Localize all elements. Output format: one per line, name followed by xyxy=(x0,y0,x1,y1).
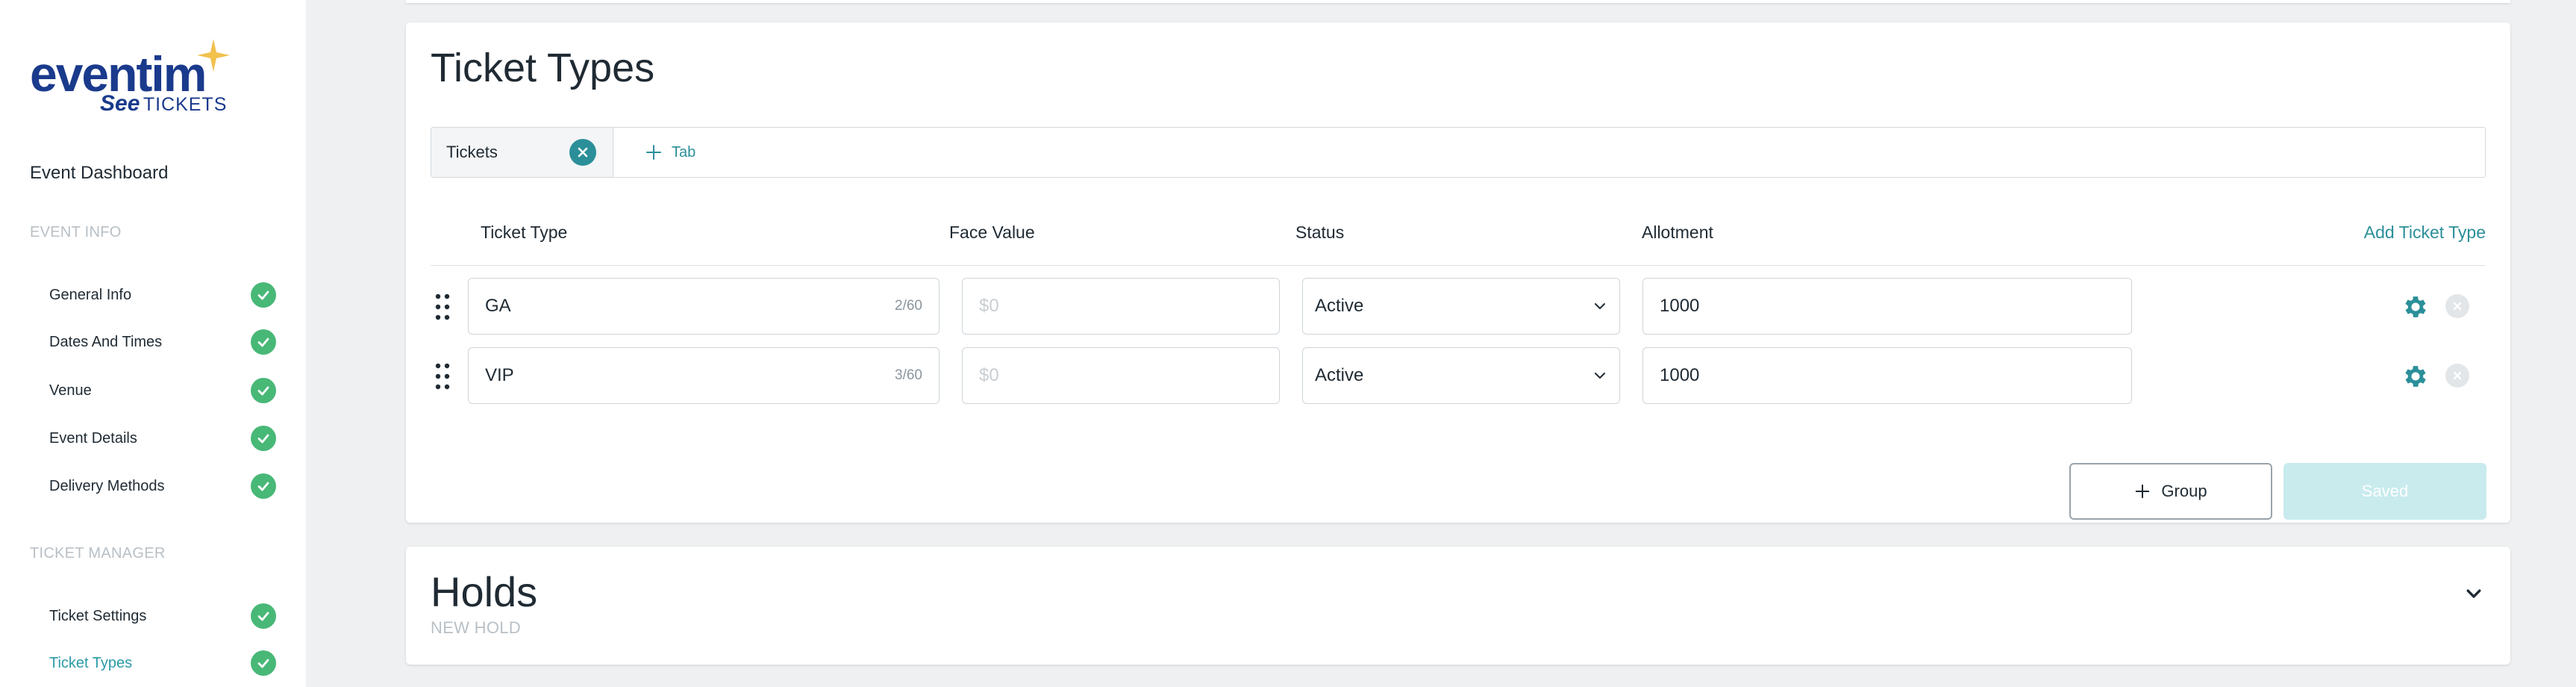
drag-handle-icon[interactable] xyxy=(434,293,451,321)
ticket-name-input[interactable]: VIP 3/60 xyxy=(468,347,940,404)
drag-handle-icon[interactable] xyxy=(434,362,451,391)
previous-card-edge xyxy=(406,0,2510,3)
sidebar-item-venue[interactable]: Venue xyxy=(49,376,276,405)
plus-icon xyxy=(2136,484,2150,499)
column-header-face-value: Face Value xyxy=(949,223,1035,242)
column-header-status: Status xyxy=(1295,223,1345,242)
check-icon xyxy=(251,282,276,308)
logo-subline: See TICKETS xyxy=(100,91,227,121)
holds-card: Holds NEW HOLD xyxy=(406,547,2510,665)
sidebar-item-general-info[interactable]: General Info xyxy=(49,280,276,310)
allotment-value: 1000 xyxy=(1660,296,1700,316)
chevron-down-icon xyxy=(1595,303,1605,309)
check-icon xyxy=(251,650,276,676)
ticket-name-input[interactable]: GA 2/60 xyxy=(468,278,940,335)
sidebar-item-label: Dates And Times xyxy=(49,333,163,350)
ticket-manager-section-label: TICKET MANAGER xyxy=(30,545,166,562)
page-title: Ticket Types xyxy=(431,46,655,90)
sidebar-item-ticket-settings[interactable]: Ticket Settings xyxy=(49,601,276,631)
column-header-allotment: Allotment xyxy=(1642,223,1713,242)
allotment-input[interactable]: 1000 xyxy=(1642,278,2132,335)
remove-row-icon[interactable] xyxy=(2445,364,2469,388)
plus-icon xyxy=(646,145,661,160)
check-icon xyxy=(251,473,276,499)
sidebar-item-ticket-types[interactable]: Ticket Types xyxy=(49,648,276,678)
sidebar: eventim See TICKETS Event Dashboard EVEN… xyxy=(0,0,306,687)
face-value-input[interactable]: $0 xyxy=(962,347,1280,404)
header-divider xyxy=(431,265,2486,266)
ticket-tab-bar: Tickets Tab xyxy=(431,127,2486,178)
allotment-input[interactable]: 1000 xyxy=(1642,347,2132,404)
check-icon xyxy=(251,603,276,629)
event-dashboard-link[interactable]: Event Dashboard xyxy=(30,163,168,184)
add-tab-button[interactable]: Tab xyxy=(613,128,695,177)
holds-title: Holds xyxy=(431,568,538,615)
ticket-types-card: Ticket Types Tickets Tab Ticket Type Fac… xyxy=(406,22,2510,523)
sidebar-item-delivery-methods[interactable]: Delivery Methods xyxy=(49,471,276,501)
sidebar-item-label: General Info xyxy=(49,286,132,303)
sidebar-item-label: Venue xyxy=(49,382,92,399)
gear-icon[interactable] xyxy=(2401,293,2430,321)
face-value-placeholder: $0 xyxy=(979,296,999,316)
gear-icon[interactable] xyxy=(2401,362,2430,391)
face-value-placeholder: $0 xyxy=(979,365,999,385)
check-icon xyxy=(251,426,276,451)
add-tab-label: Tab xyxy=(672,143,696,161)
column-header-ticket-type: Ticket Type xyxy=(481,223,568,242)
ticket-name-value: GA xyxy=(485,296,511,316)
chevron-down-icon xyxy=(1595,373,1605,379)
logo-tickets: TICKETS xyxy=(143,94,228,115)
check-icon xyxy=(251,378,276,403)
char-counter: 3/60 xyxy=(895,367,922,383)
add-group-button[interactable]: Group xyxy=(2069,463,2272,520)
eventim-logo[interactable]: eventim See TICKETS xyxy=(30,37,239,119)
table-row: GA 2/60 $0 Active 1000 xyxy=(431,278,2486,338)
status-value: Active xyxy=(1315,365,1364,385)
group-button-label: Group xyxy=(2161,482,2207,500)
chevron-down-icon[interactable] xyxy=(2464,584,2483,603)
table-row: VIP 3/60 $0 Active 1000 xyxy=(431,347,2486,407)
check-icon xyxy=(251,329,276,355)
sidebar-item-label: Delivery Methods xyxy=(49,477,165,494)
event-info-section-label: EVENT INFO xyxy=(30,224,122,240)
add-ticket-type-link[interactable]: Add Ticket Type xyxy=(2364,223,2486,243)
face-value-input[interactable]: $0 xyxy=(962,278,1280,335)
remove-row-icon[interactable] xyxy=(2445,294,2469,318)
saved-button[interactable]: Saved xyxy=(2283,463,2486,520)
sidebar-item-label: Event Details xyxy=(49,429,137,447)
status-select[interactable]: Active xyxy=(1302,347,1620,404)
sidebar-item-dates-and-times[interactable]: Dates And Times xyxy=(49,327,276,357)
sidebar-item-label: Ticket Settings xyxy=(49,607,147,624)
logo-see: See xyxy=(100,91,140,116)
new-hold-link[interactable]: NEW HOLD xyxy=(431,618,521,638)
allotment-value: 1000 xyxy=(1660,365,1700,385)
char-counter: 2/60 xyxy=(895,298,922,314)
status-value: Active xyxy=(1315,296,1364,316)
close-icon[interactable] xyxy=(569,139,596,166)
sidebar-item-event-details[interactable]: Event Details xyxy=(49,423,276,453)
status-select[interactable]: Active xyxy=(1302,278,1620,335)
star-icon xyxy=(197,39,230,72)
saved-button-label: Saved xyxy=(2361,482,2409,500)
tab-tickets[interactable]: Tickets xyxy=(431,128,613,177)
tab-label: Tickets xyxy=(446,143,498,161)
ticket-name-value: VIP xyxy=(485,365,514,385)
sidebar-item-label: Ticket Types xyxy=(49,654,133,671)
